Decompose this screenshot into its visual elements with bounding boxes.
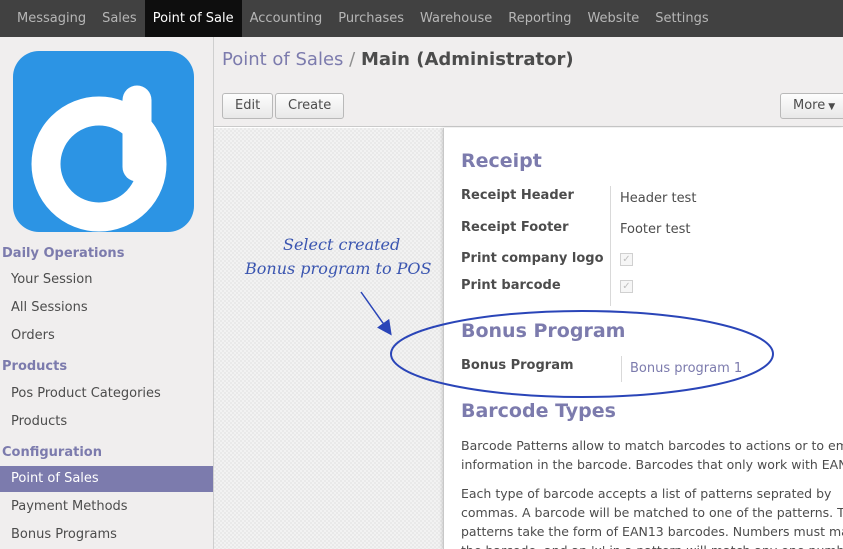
sidebar-section-configuration: Configuration: [2, 445, 102, 460]
sidebar-section-daily-operations: Daily Operations: [2, 246, 125, 261]
menu-purchases[interactable]: Purchases: [330, 0, 412, 37]
field-separator: [610, 186, 611, 306]
form-sheet: Receipt Receipt Header Header test Recei…: [443, 128, 843, 549]
print-logo-checkbox[interactable]: ✓: [620, 253, 633, 266]
breadcrumb-current: Main (Administrator): [360, 49, 574, 70]
sidebar-item-all-sessions[interactable]: All Sessions: [0, 295, 213, 321]
sidebar-item-pos-product-categories[interactable]: Pos Product Categories: [0, 381, 213, 407]
annotation-line-2: Bonus program to POS: [245, 259, 432, 278]
sidebar-item-products[interactable]: Products: [0, 409, 213, 435]
top-menu-bar: Messaging Sales Point of Sale Accounting…: [0, 0, 843, 37]
sidebar-item-bonus-programs[interactable]: Bonus Programs: [0, 522, 213, 548]
menu-settings[interactable]: Settings: [647, 0, 716, 37]
breadcrumb-link[interactable]: Point of Sales: [222, 49, 343, 70]
bonus-section-title: Bonus Program: [461, 320, 626, 342]
menu-website[interactable]: Website: [579, 0, 647, 37]
sidebar-item-point-of-sales[interactable]: Point of Sales: [0, 466, 213, 492]
d-logo-icon[interactable]: [13, 51, 194, 232]
menu-reporting[interactable]: Reporting: [500, 0, 579, 37]
field-separator: [621, 356, 622, 382]
receipt-footer-label: Receipt Footer: [461, 220, 569, 235]
print-logo-label: Print company logo: [461, 251, 604, 266]
sidebar-item-orders[interactable]: Orders: [0, 323, 213, 349]
barcode-description: Barcode Patterns allow to match barcodes…: [461, 438, 843, 472]
more-button-label: More: [793, 98, 826, 113]
barcode-section-title: Barcode Types: [461, 400, 616, 422]
annotation-line-1: Select created: [283, 235, 401, 254]
receipt-header-value: Header test: [620, 191, 697, 206]
bonus-program-link[interactable]: Bonus program 1: [630, 361, 742, 376]
sidebar-item-your-session[interactable]: Your Session: [0, 267, 213, 293]
menu-warehouse[interactable]: Warehouse: [412, 0, 500, 37]
menu-messaging[interactable]: Messaging: [0, 0, 94, 37]
caret-down-icon: ▼: [828, 102, 836, 112]
barcode-patterns-description: Each type of barcode accepts a list of p…: [461, 486, 843, 549]
bonus-program-label: Bonus Program: [461, 358, 574, 373]
receipt-header-label: Receipt Header: [461, 188, 574, 203]
sidebar-item-payment-methods[interactable]: Payment Methods: [0, 494, 213, 520]
print-barcode-checkbox[interactable]: ✓: [620, 280, 633, 293]
main-content: Point of Sales / Main (Administrator) Ed…: [214, 37, 843, 549]
menu-accounting[interactable]: Accounting: [242, 0, 331, 37]
create-button[interactable]: Create: [275, 93, 345, 119]
sidebar-section-products: Products: [2, 359, 68, 374]
menu-sales[interactable]: Sales: [94, 0, 145, 37]
breadcrumb: Point of Sales / Main (Administrator): [222, 49, 574, 70]
menu-point-of-sale[interactable]: Point of Sale: [144, 0, 242, 37]
breadcrumb-separator: /: [349, 49, 356, 70]
sidebar: Daily Operations Your Session All Sessio…: [0, 37, 214, 549]
more-button[interactable]: More ▼: [780, 93, 843, 119]
edit-button[interactable]: Edit: [222, 93, 274, 119]
receipt-section-title: Receipt: [461, 150, 542, 172]
print-barcode-label: Print barcode: [461, 278, 561, 293]
receipt-footer-value: Footer test: [620, 222, 691, 237]
